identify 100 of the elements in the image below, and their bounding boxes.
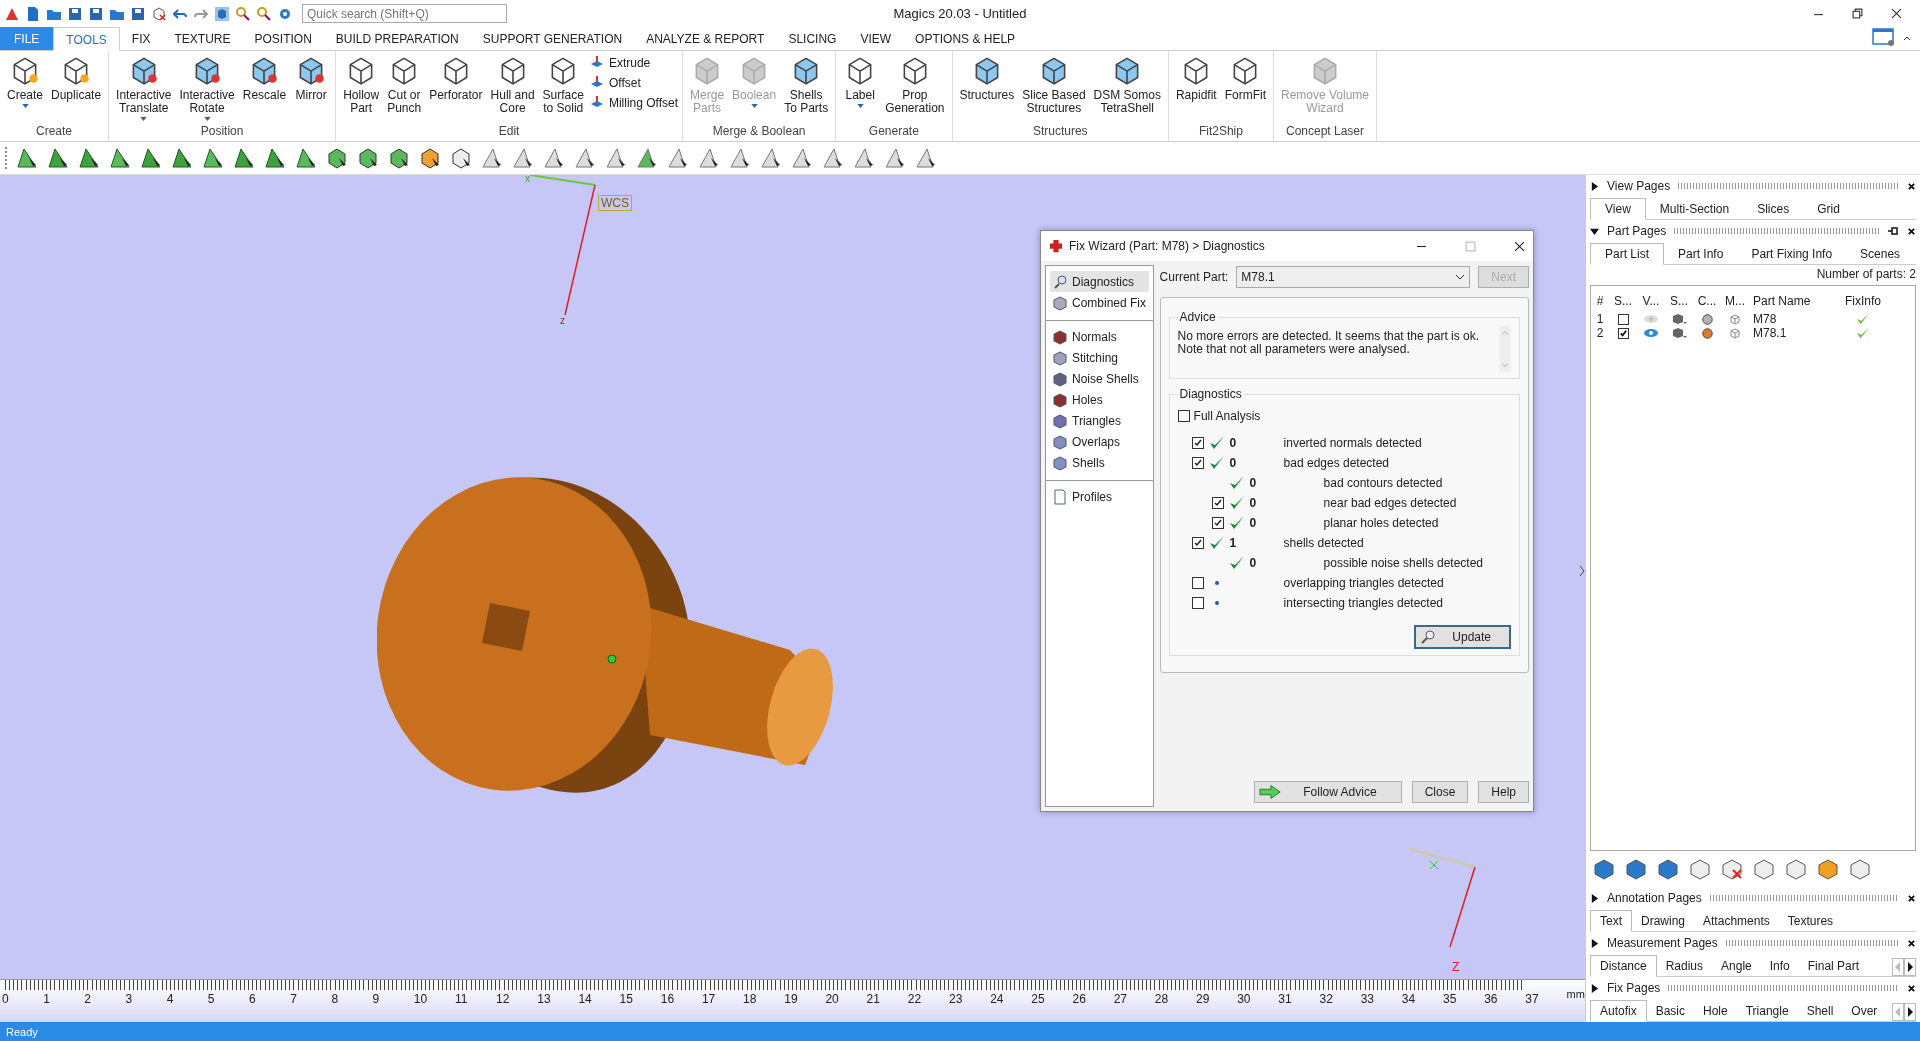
- selection-tool-icon[interactable]: [573, 146, 597, 170]
- nav-item[interactable]: Combined Fix: [1050, 292, 1149, 313]
- ribbon-button[interactable]: FormFit: [1221, 53, 1269, 124]
- column-header[interactable]: C...: [1693, 294, 1721, 308]
- cube-icon[interactable]: [151, 5, 167, 22]
- ribbon-button[interactable]: Slice Based Structures: [1019, 53, 1089, 124]
- column-header[interactable]: V...: [1637, 294, 1665, 308]
- shading-icon[interactable]: [1671, 313, 1687, 325]
- ribbon-button[interactable]: Rescale: [239, 53, 290, 124]
- part-tool-icon[interactable]: [1688, 857, 1712, 881]
- ribbon-button[interactable]: Create: [4, 53, 47, 124]
- expand-icon[interactable]: [1590, 938, 1599, 948]
- update-button[interactable]: Update: [1414, 625, 1511, 649]
- select-icon[interactable]: [214, 5, 230, 22]
- page-tab[interactable]: Part Fixing Info: [1737, 244, 1847, 264]
- selection-tool-icon[interactable]: [263, 146, 287, 170]
- selection-tool-icon[interactable]: [728, 146, 752, 170]
- close-icon[interactable]: [1907, 983, 1916, 993]
- ribbon-button[interactable]: Interactive Translate: [113, 53, 175, 124]
- ribbon-tab[interactable]: SUPPORT GENERATION: [470, 27, 635, 50]
- close-icon[interactable]: [1907, 181, 1916, 191]
- zoom-icon[interactable]: [256, 5, 272, 22]
- ribbon-button[interactable]: Extrude: [588, 55, 679, 71]
- page-tab[interactable]: Info: [1760, 956, 1799, 976]
- ribbon-button[interactable]: DSM Somos TetraShell: [1090, 53, 1164, 124]
- ribbon-button[interactable]: Label: [840, 53, 881, 124]
- part-dropdown[interactable]: M78.1: [1236, 266, 1471, 288]
- close-icon[interactable]: [1891, 8, 1902, 19]
- selection-tool-icon[interactable]: [387, 146, 411, 170]
- selection-tool-icon[interactable]: [852, 146, 876, 170]
- checkbox[interactable]: [1191, 597, 1204, 609]
- file-icon[interactable]: [25, 5, 41, 22]
- window-settings-icon[interactable]: [1872, 27, 1896, 47]
- close-icon[interactable]: [1514, 240, 1525, 252]
- checkbox[interactable]: [1191, 437, 1204, 449]
- selection-tool-icon[interactable]: [821, 146, 845, 170]
- page-tab[interactable]: Slices: [1743, 199, 1804, 219]
- ribbon-button[interactable]: Perforator: [426, 53, 486, 124]
- caret-icon[interactable]: [856, 104, 864, 108]
- eye-icon[interactable]: [1643, 327, 1659, 339]
- ribbon-tab[interactable]: TEXTURE: [162, 27, 243, 50]
- selection-tool-icon[interactable]: [542, 146, 566, 170]
- selection-tool-icon[interactable]: [449, 146, 473, 170]
- caret-icon[interactable]: [21, 104, 29, 108]
- ribbon-button[interactable]: Milling Offset: [588, 95, 679, 111]
- ribbon-button[interactable]: Mirror: [291, 53, 332, 124]
- part-tool-icon[interactable]: [1784, 857, 1808, 881]
- page-tab[interactable]: Multi-Section: [1645, 199, 1744, 219]
- color-dot[interactable]: [1701, 313, 1713, 325]
- ribbon-button[interactable]: Prop Generation: [882, 53, 948, 124]
- ribbon-tab[interactable]: POSITION: [242, 27, 324, 50]
- checkbox[interactable]: [1211, 497, 1224, 509]
- scroll-right-icon[interactable]: [1904, 958, 1916, 976]
- ribbon-tab[interactable]: SLICING: [776, 27, 849, 50]
- checkbox[interactable]: [1177, 410, 1190, 422]
- nav-item[interactable]: Noise Shells: [1050, 368, 1149, 389]
- ribbon-button[interactable]: Surface to Solid: [539, 53, 587, 124]
- part-tool-icon[interactable]: [1720, 857, 1744, 881]
- selection-tool-icon[interactable]: [15, 146, 39, 170]
- nav-item[interactable]: Triangles: [1050, 410, 1149, 431]
- grip-icon[interactable]: [4, 146, 8, 170]
- save-icon[interactable]: [88, 5, 104, 22]
- ribbon-button[interactable]: Rapidfit: [1172, 53, 1220, 124]
- expand-icon[interactable]: [1590, 983, 1599, 993]
- column-header[interactable]: S...: [1665, 294, 1693, 308]
- selection-tool-icon[interactable]: [511, 146, 535, 170]
- caret-icon[interactable]: [203, 117, 211, 121]
- page-tab[interactable]: Final Part: [1798, 956, 1869, 976]
- checkbox[interactable]: [1191, 577, 1204, 589]
- ribbon-button[interactable]: Offset: [588, 75, 679, 91]
- shading-icon[interactable]: [1671, 327, 1687, 339]
- nav-item[interactable]: Profiles: [1050, 486, 1149, 507]
- selection-tool-icon[interactable]: [604, 146, 628, 170]
- selection-tool-icon[interactable]: [294, 146, 318, 170]
- close-button[interactable]: Close: [1411, 781, 1469, 803]
- selection-tool-icon[interactable]: [356, 146, 380, 170]
- checkbox[interactable]: [1211, 517, 1224, 529]
- ribbon-tab[interactable]: OPTIONS & HELP: [903, 27, 1028, 50]
- column-header[interactable]: S...: [1609, 294, 1637, 308]
- ribbon-button[interactable]: Hollow Part: [340, 53, 383, 124]
- ribbon-button[interactable]: Structures: [956, 53, 1018, 124]
- ribbon-tab[interactable]: TOOLS: [53, 27, 120, 51]
- checkbox[interactable]: [1191, 457, 1204, 469]
- save-icon[interactable]: [130, 5, 146, 22]
- ribbon-tab[interactable]: VIEW: [848, 27, 904, 50]
- page-tab[interactable]: Over: [1842, 1001, 1887, 1021]
- nav-item[interactable]: Diagnostics: [1050, 271, 1149, 292]
- part-tool-icon[interactable]: [1624, 857, 1648, 881]
- page-tab[interactable]: Textures: [1778, 911, 1843, 931]
- part-tool-icon[interactable]: [1848, 857, 1872, 881]
- color-dot[interactable]: [1701, 327, 1713, 339]
- help-button[interactable]: Help: [1478, 781, 1529, 803]
- selection-tool-icon[interactable]: [77, 146, 101, 170]
- ribbon-tab[interactable]: ANALYZE & REPORT: [634, 27, 777, 50]
- column-header[interactable]: Part Name: [1749, 294, 1833, 308]
- follow-advice-button[interactable]: Follow Advice: [1254, 781, 1402, 803]
- selection-tool-icon[interactable]: [201, 146, 225, 170]
- restore-icon[interactable]: [1852, 8, 1863, 19]
- page-tab[interactable]: Attachments: [1694, 911, 1779, 931]
- ribbon-button[interactable]: Shells To Parts: [781, 53, 832, 124]
